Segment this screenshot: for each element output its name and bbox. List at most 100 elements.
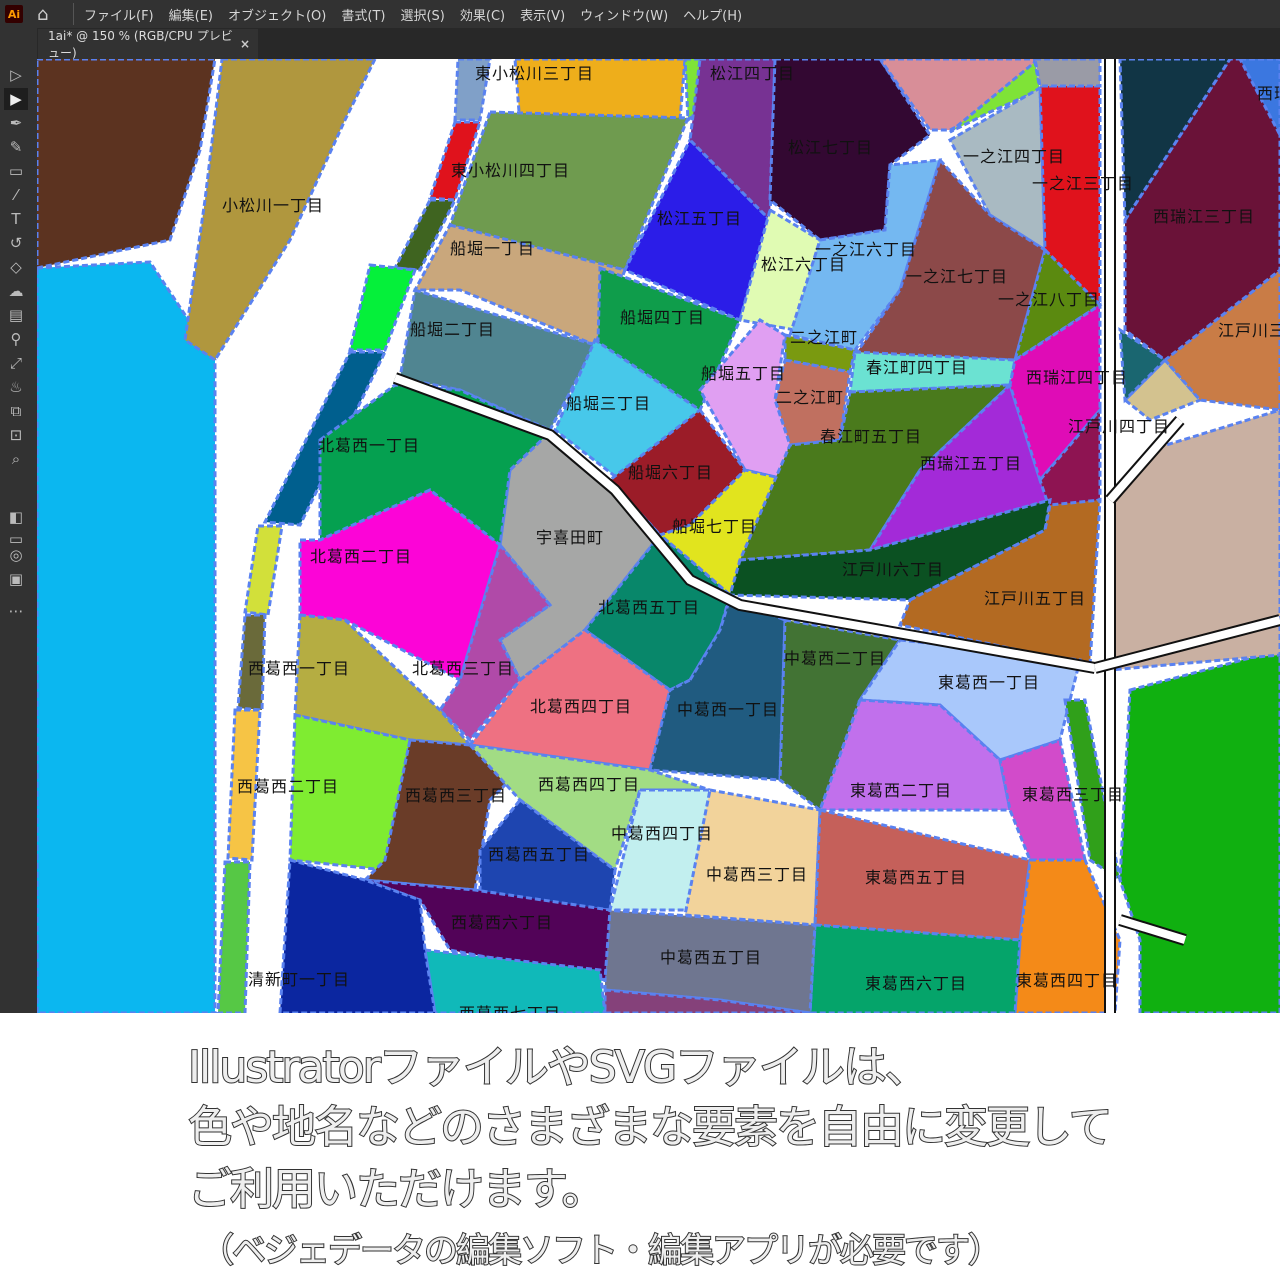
district-shape[interactable]	[37, 59, 217, 270]
district-label: 西瑞江三丁目	[1153, 207, 1256, 226]
district-label: 西葛西一丁目	[248, 659, 351, 678]
district-label: 一之江四丁目	[963, 147, 1066, 166]
type-tool-icon[interactable]: T	[4, 208, 28, 230]
district-label: 西葛西五丁目	[488, 845, 591, 864]
symbol-sprayer-tool-icon[interactable]: ♨	[4, 376, 28, 398]
pen-tool-icon[interactable]: ✒	[4, 112, 28, 134]
district-label: 西瑞江五丁目	[920, 454, 1023, 473]
caption-line-2: 色や地名などのさまざまな要素を自由に変更して	[187, 1101, 1114, 1154]
district-label: 西葛西七丁目	[459, 1000, 561, 1013]
menu-item[interactable]: オブジェクト(O)	[228, 5, 326, 24]
screen-mode-icon[interactable]: ▣	[4, 568, 28, 590]
district-label: 松江七丁目	[788, 138, 874, 157]
district-label: 一之江八丁目	[998, 290, 1101, 309]
district-label: 船堀四丁目	[620, 308, 706, 327]
district-shape[interactable]	[1033, 59, 1102, 88]
menu-bar: Ai ⌂ ファイル(F) 編集(E) オブジェクト(O) 書式(T) 選択(S) 効果(C…	[0, 0, 1280, 28]
zoom-tool-icon[interactable]: ⌕	[4, 448, 28, 470]
district-shape[interactable]	[216, 860, 252, 1013]
district-shape[interactable]	[348, 263, 418, 352]
direct-selection-tool-icon[interactable]: ▶	[4, 88, 28, 110]
caption-line-3: ご利用いただけます。	[187, 1163, 607, 1216]
district-label: 一之江三丁目	[1032, 174, 1135, 193]
menu-item[interactable]: 効果(C)	[460, 5, 505, 24]
menu-item[interactable]: 選択(S)	[400, 5, 444, 24]
eraser-tool-icon[interactable]: ◇	[4, 256, 28, 278]
shape-builder-tool-icon[interactable]: ⧉	[4, 400, 28, 422]
tools-panel: ▷ ▶ ✒ ✎ ▭ ⁄ T ↺ ◇ ☁ ▤ ⚲ ⤢ ♨ ⧉ ⊡ ⌕ ◧ ▭ ◎ ▣ ⋯	[0, 28, 37, 1013]
district-label: 中葛西二丁目	[784, 649, 887, 668]
district-label: 船堀七丁目	[672, 517, 758, 536]
district-label: 江戸川三丁目	[1218, 321, 1280, 340]
menu-item[interactable]: 編集(E)	[169, 5, 213, 24]
district-shape[interactable]	[1118, 648, 1280, 1013]
menu-item[interactable]: ファイル(F)	[84, 5, 154, 24]
district-label: 松江五丁目	[657, 209, 743, 228]
district-label: 船堀六丁目	[628, 463, 714, 482]
district-shape[interactable]	[243, 524, 284, 617]
selection-tool-icon[interactable]: ▷	[4, 64, 28, 86]
district-label: 西瑞	[1257, 84, 1280, 103]
caption: IllustratorファイルやSVGファイルは、 色や地名などのさまざまな要素…	[0, 1013, 1280, 1280]
curvature-tool-icon[interactable]: ✎	[4, 136, 28, 158]
edit-toolbar-icon[interactable]: ⋯	[4, 600, 28, 622]
district-label: 船堀五丁目	[701, 364, 787, 383]
district-label: 東小松川四丁目	[451, 161, 571, 180]
district-label: 東葛西一丁目	[938, 673, 1041, 692]
district-label: 二之江町	[790, 328, 859, 347]
district-label: 江戸川六丁目	[842, 560, 945, 579]
district-label: 西瑞江四丁目	[1026, 368, 1129, 387]
district-label: 春江町五丁目	[820, 427, 923, 446]
district-label: 北葛西五丁目	[598, 598, 701, 617]
district-label: 中葛西四丁目	[611, 824, 714, 843]
district-label: 北葛西三丁目	[412, 659, 515, 678]
menu-item[interactable]: ヘルプ(H)	[683, 5, 742, 24]
tab-bar: 1ai* @ 150 % (RGB/CPU プレビュー) ×	[0, 28, 1280, 60]
district-label: 船堀三丁目	[566, 394, 652, 413]
district-label: 宇喜田町	[536, 528, 605, 547]
menu-item[interactable]: 表示(V)	[520, 5, 565, 24]
close-icon[interactable]: ×	[240, 37, 250, 51]
district-label: 東葛西四丁目	[1016, 971, 1119, 990]
rectangle-tool-icon[interactable]: ▭	[4, 160, 28, 182]
district-label: 一之江七丁目	[906, 267, 1009, 286]
paintbrush-tool-icon[interactable]: ⁄	[4, 184, 28, 206]
caption-line-1: IllustratorファイルやSVGファイルは、	[187, 1041, 930, 1094]
district-label: 春江町四丁目	[866, 358, 969, 377]
eyedropper-tool-icon[interactable]: ⤢	[4, 352, 28, 374]
puppet-warp-tool-icon[interactable]: ☁	[4, 280, 28, 302]
district-label: 東葛西六丁目	[865, 974, 968, 993]
draw-mode-icon[interactable]: ◎	[4, 544, 28, 566]
home-icon[interactable]: ⌂	[37, 4, 63, 25]
district-label: 清新町一丁目	[248, 970, 351, 989]
district-label: 東葛西三丁目	[1022, 785, 1125, 804]
divider	[73, 3, 74, 25]
width-tool-icon[interactable]: ⚲	[4, 328, 28, 350]
district-label: 中葛西一丁目	[677, 700, 780, 719]
menu-item[interactable]: 書式(T)	[341, 5, 385, 24]
caption-note: （ベジェデータの編集ソフト・編集アプリが必要です）	[199, 1230, 1003, 1272]
district-shape[interactable]	[808, 923, 1022, 1013]
district-label: 船堀二丁目	[410, 320, 496, 339]
gradient-tool-icon[interactable]: ▤	[4, 304, 28, 326]
district-label: 中葛西五丁目	[660, 948, 763, 967]
map-canvas[interactable]: 東小松川三丁目 松江四丁目 東小松川四丁目 松江七丁目 一之江四丁目 一之江三丁目 西瑞江三…	[37, 59, 1280, 1013]
document-tab-title: 1ai* @ 150 % (RGB/CPU プレビュー)	[48, 29, 233, 60]
artboard-tool-icon[interactable]: ⊡	[4, 424, 28, 446]
menu-item[interactable]: ウィンドウ(W)	[580, 5, 668, 24]
district-label: 船堀一丁目	[450, 239, 536, 258]
district-label: 西葛西四丁目	[538, 775, 641, 794]
district-shape[interactable]	[37, 260, 217, 1013]
rotate-tool-icon[interactable]: ↺	[4, 232, 28, 254]
district-shape[interactable]	[683, 788, 822, 927]
district-label: 松江六丁目	[761, 255, 847, 274]
district-label: 西葛西六丁目	[451, 913, 554, 932]
app-logo: Ai	[5, 5, 23, 23]
district-label: 東葛西二丁目	[850, 781, 953, 800]
district-label: 北葛西一丁目	[318, 436, 421, 455]
district-label: 東小松川三丁目	[475, 64, 595, 83]
document-tab[interactable]: 1ai* @ 150 % (RGB/CPU プレビュー) ×	[38, 29, 258, 60]
fill-stroke-swatch-icon[interactable]: ◧	[4, 506, 28, 528]
district-label: 北葛西二丁目	[310, 547, 413, 566]
district-label: 東葛西五丁目	[865, 868, 968, 887]
